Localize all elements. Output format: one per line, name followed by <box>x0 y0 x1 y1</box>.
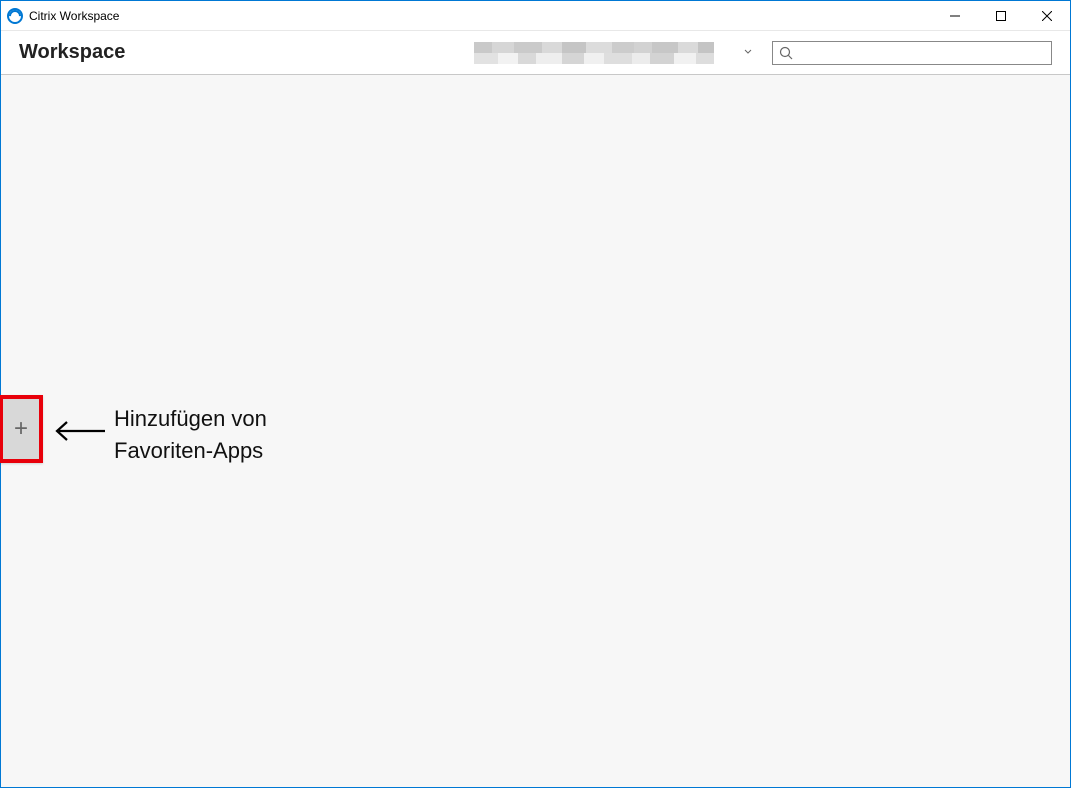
minimize-icon <box>950 11 960 21</box>
annotation-text: Hinzufügen von Favoriten-Apps <box>114 403 267 467</box>
close-button[interactable] <box>1024 1 1070 30</box>
window-controls <box>932 1 1070 30</box>
search-icon <box>779 46 793 60</box>
minimize-button[interactable] <box>932 1 978 30</box>
search-input[interactable] <box>797 45 1045 60</box>
window-title: Citrix Workspace <box>29 9 119 23</box>
maximize-icon <box>996 11 1006 21</box>
server-dropdown-caret-icon[interactable] <box>744 47 752 58</box>
annotation-line2: Favoriten-Apps <box>114 435 267 467</box>
search-container[interactable] <box>772 41 1052 65</box>
toolbar-center <box>125 42 772 64</box>
brand-label: Workspace <box>19 41 125 64</box>
close-icon <box>1042 11 1052 21</box>
citrix-logo-icon <box>7 8 23 24</box>
annotation-line1: Hinzufügen von <box>114 403 267 435</box>
app-window: Citrix Workspace Workspace <box>0 0 1071 788</box>
titlebar-left: Citrix Workspace <box>1 8 932 24</box>
plus-icon: + <box>14 417 28 441</box>
annotation-arrow-icon <box>53 419 105 448</box>
add-favorites-button[interactable]: + <box>0 395 43 463</box>
maximize-button[interactable] <box>978 1 1024 30</box>
titlebar: Citrix Workspace <box>1 1 1070 31</box>
chevron-down-icon <box>744 49 752 55</box>
toolbar: Workspace <box>1 31 1070 75</box>
content-area: + Hinzufügen von Favoriten-Apps <box>1 75 1070 787</box>
server-address-redacted <box>474 42 734 64</box>
